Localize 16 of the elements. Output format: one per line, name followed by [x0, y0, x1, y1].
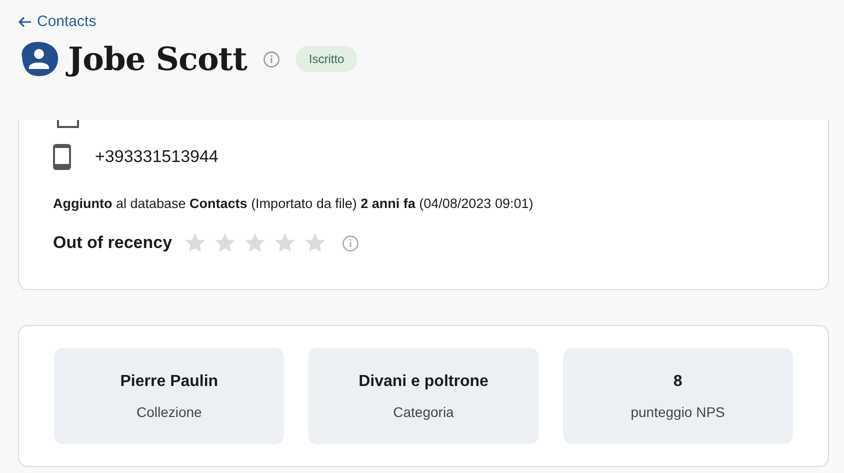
phone-number: +393331513944	[95, 146, 218, 168]
info-icon[interactable]	[262, 50, 280, 68]
recency-label: Out of recency	[53, 232, 172, 254]
stat-value: Divani e poltrone	[358, 372, 488, 392]
stat-label: punteggio NPS	[630, 402, 725, 422]
stat-label: Collezione	[136, 402, 202, 422]
stat-value: Pierre Paulin	[120, 372, 218, 392]
status-badge: Iscritto	[296, 46, 358, 72]
back-link[interactable]: Contacts	[18, 11, 96, 34]
stat-label: Categoria	[393, 402, 454, 422]
stat-value: 8	[673, 372, 682, 392]
info-icon[interactable]	[342, 234, 360, 252]
back-arrow-icon	[18, 16, 32, 28]
added-note: Aggiunto al database Contacts (Importato da file) 2 anni fa (04/08/2023 09:01)	[53, 195, 534, 213]
contact-name: Jobe Scott	[68, 40, 247, 79]
phone-icon	[53, 144, 71, 170]
